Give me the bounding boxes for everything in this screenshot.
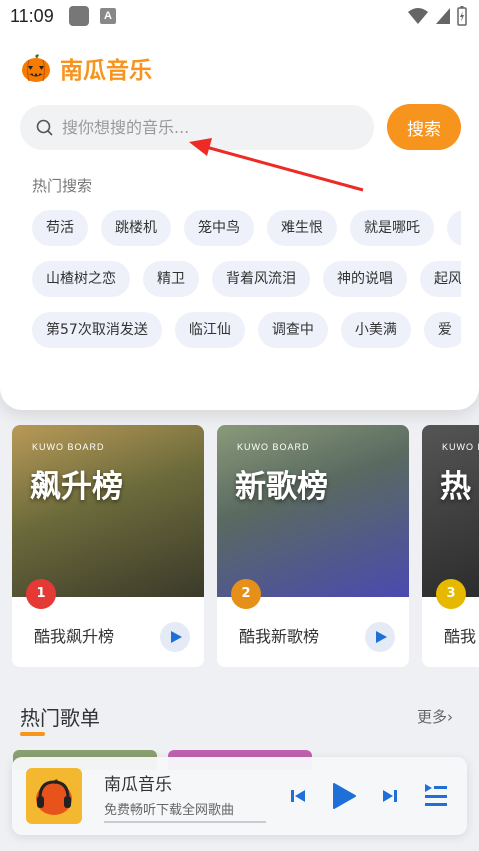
rank-cards: KUWO BOARD 飙升榜 1 酷我飙升榜 KUWO BOARD 新歌榜 2 …: [12, 425, 479, 667]
wifi-icon: [408, 8, 428, 24]
hot-search-tag[interactable]: 苟活: [32, 210, 88, 246]
rank-card[interactable]: KUWO BOARD 热 3 酷我: [422, 425, 479, 667]
rank-name: 酷我飙升榜: [34, 627, 115, 646]
status-time: 11:09: [10, 6, 54, 26]
hot-search-tag[interactable]: …: [447, 210, 461, 246]
play-icon[interactable]: [331, 782, 357, 810]
search-button[interactable]: 搜索: [387, 104, 461, 150]
hot-search-tag[interactable]: 背着风流泪: [212, 261, 310, 297]
hot-search-tag[interactable]: 调查中: [257, 312, 328, 348]
play-button[interactable]: [365, 622, 395, 652]
rank-badge: 1: [26, 579, 56, 609]
play-button[interactable]: [160, 622, 190, 652]
search-bar[interactable]: [20, 105, 374, 150]
title-underline: [20, 732, 45, 736]
previous-icon[interactable]: [290, 788, 306, 804]
board-label: KUWO BOARD: [32, 442, 105, 452]
app-title: 南瓜音乐: [60, 58, 152, 84]
notification-icon: [69, 6, 89, 26]
more-link[interactable]: 更多›: [417, 706, 453, 727]
hot-search-tag[interactable]: 小美满: [340, 312, 411, 348]
status-icons: [407, 6, 467, 26]
hot-search-tags: 苟活 跳楼机 笼中鸟 难生恨 就是哪吒 … 山楂树之恋 精卫 背着风流泪 神的说…: [32, 210, 461, 363]
next-icon[interactable]: [382, 788, 398, 804]
pumpkin-headphones-icon: [36, 779, 72, 815]
mini-player[interactable]: 南瓜音乐 免费畅听下载全网歌曲: [12, 757, 467, 835]
player-cover: [26, 768, 82, 824]
rank-name: 酷我新歌榜: [239, 627, 320, 646]
app-header: 南瓜音乐: [20, 51, 152, 85]
tag-row: 山楂树之恋 精卫 背着风流泪 神的说唱 起风了: [32, 261, 461, 297]
search-panel: 南瓜音乐 搜索 热门搜索 苟活 跳楼机 笼中鸟 难生恨 就是哪吒 … 山楂树之恋…: [0, 34, 479, 410]
tag-row: 苟活 跳楼机 笼中鸟 难生恨 就是哪吒 …: [32, 210, 461, 246]
rank-badge: 3: [436, 579, 466, 609]
signal-icon: [436, 8, 450, 24]
hot-search-tag[interactable]: 难生恨: [267, 210, 337, 246]
hot-search-tag[interactable]: 跳楼机: [101, 210, 171, 246]
rank-card[interactable]: KUWO BOARD 飙升榜 1 酷我飙升榜: [12, 425, 204, 667]
hot-search-tag[interactable]: 爱: [423, 312, 461, 348]
rank-cover: KUWO BOARD 热: [422, 425, 479, 597]
hot-search-tag[interactable]: 起风了: [420, 261, 461, 297]
hot-search-tag[interactable]: 笼中鸟: [184, 210, 254, 246]
hot-search-tag[interactable]: 就是哪吒: [350, 210, 434, 246]
player-progress[interactable]: [104, 821, 266, 823]
hot-search-tag[interactable]: 第57次取消发送: [32, 312, 162, 348]
notification-a-icon: A: [100, 8, 116, 24]
rank-card[interactable]: KUWO BOARD 新歌榜 2 酷我新歌榜: [217, 425, 409, 667]
pumpkin-logo-icon: [22, 54, 50, 82]
hot-search-tag[interactable]: 山楂树之恋: [32, 261, 130, 297]
board-label: KUWO BOARD: [237, 442, 310, 452]
rank-name: 酷我: [444, 627, 477, 646]
rank-cover-title: 新歌榜: [235, 469, 328, 505]
hot-search-tag[interactable]: 临江仙: [174, 312, 245, 348]
status-bar: 11:09 A: [0, 0, 479, 34]
battery-icon: [457, 6, 467, 26]
hot-search-tag[interactable]: 神的说唱: [323, 261, 407, 297]
rank-cover-title: 飙升榜: [30, 469, 123, 505]
hot-playlists-title: 热门歌单: [20, 706, 100, 730]
player-subtitle: 免费畅听下载全网歌曲: [104, 803, 235, 818]
tag-row: 第57次取消发送 临江仙 调查中 小美满 爱: [32, 312, 461, 348]
rank-cover: KUWO BOARD 飙升榜: [12, 425, 204, 597]
search-input[interactable]: [62, 118, 352, 137]
playlist-queue-icon[interactable]: [423, 781, 449, 809]
search-icon: [36, 119, 53, 136]
rank-cover: KUWO BOARD 新歌榜: [217, 425, 409, 597]
hot-search-title: 热门搜索: [32, 177, 93, 195]
rank-cover-title: 热: [440, 469, 471, 505]
board-label: KUWO BOARD: [442, 442, 479, 452]
rank-badge: 2: [231, 579, 261, 609]
hot-search-tag[interactable]: 精卫: [143, 261, 199, 297]
player-title: 南瓜音乐: [104, 775, 172, 795]
